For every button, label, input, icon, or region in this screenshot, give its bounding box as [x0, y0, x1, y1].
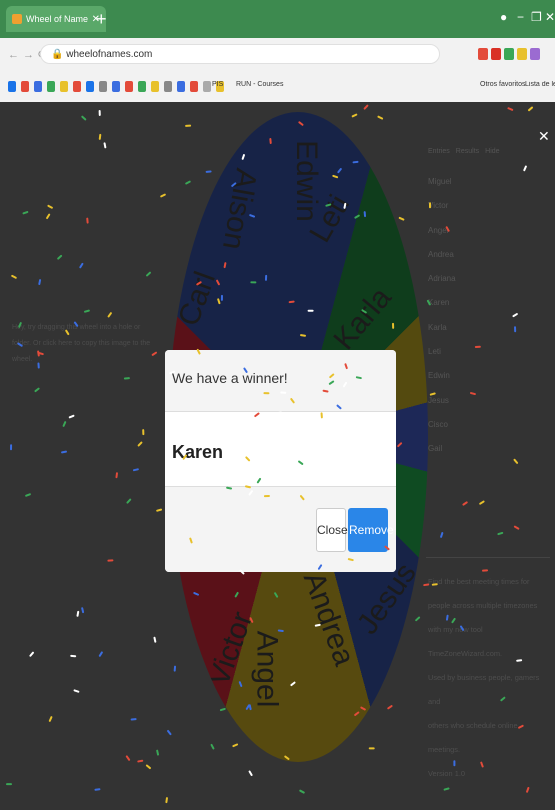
sidebar-tabs: Entries Results Hide: [428, 148, 500, 155]
bookmark-icon[interactable]: [112, 81, 120, 92]
wheel-label: Alison: [216, 165, 263, 253]
bookmark-icon[interactable]: [34, 81, 42, 92]
bookmark-icon[interactable]: [8, 81, 16, 92]
minimize-button[interactable]: −: [517, 10, 524, 24]
winner-name: Karen: [165, 412, 396, 487]
bookmark-icons[interactable]: [8, 81, 224, 92]
extension-icon[interactable]: [478, 48, 488, 60]
bookmark-icon[interactable]: [164, 81, 172, 92]
divider: [426, 557, 550, 558]
tab-hide[interactable]: Hide: [485, 148, 499, 155]
url-text: wheelofnames.com: [66, 49, 153, 60]
browser-tab[interactable]: Wheel of Names | Random ✕: [6, 6, 106, 32]
promo-line: Used by business people, gamers and: [428, 673, 540, 706]
bookmark-run-courses[interactable]: RUN - Courses: [236, 81, 283, 88]
promo-line: others who schedule online meetings.: [428, 721, 518, 754]
promo-line: with my new tool TimeZoneWizard.com.: [428, 625, 503, 658]
close-window-button[interactable]: ✕: [545, 10, 555, 24]
extension-icon[interactable]: [530, 48, 540, 60]
tab-results[interactable]: Results: [456, 148, 479, 155]
maximize-button[interactable]: ❐: [531, 10, 542, 24]
tab-title: Wheel of Names | Random: [26, 14, 88, 24]
list-item: Victor: [428, 201, 449, 211]
list-item: Karla: [428, 322, 447, 332]
tab-entries[interactable]: Entries: [428, 148, 450, 155]
winner-dialog: We have a winner! Karen Close Remove: [165, 350, 396, 572]
bookmark-icon[interactable]: [21, 81, 29, 92]
version-text: Version 1.0: [428, 769, 465, 778]
entries-list[interactable]: Miguel Victor Angel Andrea Adriana Karen…: [428, 170, 456, 462]
profile-icon[interactable]: ●: [500, 10, 507, 24]
close-icon[interactable]: ✕: [538, 128, 550, 145]
list-item: Angel: [428, 225, 449, 235]
dialog-title: We have a winner!: [165, 350, 396, 412]
close-button[interactable]: Close: [316, 508, 348, 552]
extension-icon[interactable]: [517, 48, 527, 60]
bookmark-icon[interactable]: [125, 81, 133, 92]
wheel-label: Angel: [250, 630, 284, 708]
bookmark-icon[interactable]: [47, 81, 55, 92]
lock-icon: 🔒: [51, 49, 67, 60]
wheel-hint-text: Hey, try dragging this wheel into a hole…: [12, 324, 151, 363]
list-item: Adriana: [428, 274, 456, 284]
extension-icons[interactable]: [478, 48, 540, 60]
bookmark-icon[interactable]: [203, 81, 211, 92]
promo-line: people across multiple timezones: [428, 601, 538, 610]
bookmark-icon[interactable]: [151, 81, 159, 92]
browser-tab-bar: Wheel of Names | Random ✕ + ● − ❐ ✕: [0, 0, 555, 38]
list-item: Andrea: [428, 249, 454, 259]
promo-line: Find the best meeting times for: [428, 577, 530, 586]
url-input[interactable]: 🔒 wheelofnames.com: [40, 44, 440, 64]
list-item: Miguel: [428, 177, 452, 186]
bookmark-icon[interactable]: [138, 81, 146, 92]
list-item: Karen: [428, 298, 450, 308]
list-item: Edwin: [428, 371, 450, 381]
bookmark-icon[interactable]: [177, 81, 185, 92]
bookmarks-bar: PIS RUN - Courses Otros favoritos Lista …: [0, 72, 555, 103]
wheel-label: Karla: [327, 281, 398, 357]
bookmark-reading-list[interactable]: Lista de lectura: [525, 81, 555, 88]
bookmark-icon[interactable]: [190, 81, 198, 92]
extension-icon[interactable]: [504, 48, 514, 60]
list-item: Gail: [428, 444, 443, 454]
bookmark-pis[interactable]: PIS: [212, 81, 223, 88]
favicon-icon: [12, 14, 22, 24]
extension-icon[interactable]: [491, 48, 501, 60]
bookmark-icon[interactable]: [60, 81, 68, 92]
list-item: Jesus: [428, 395, 449, 405]
entries-sidebar: ✕ Entries Results Hide Miguel Victor Ang…: [418, 102, 555, 810]
dialog-footer: Close Remove: [165, 487, 396, 572]
list-item: Cisco: [428, 419, 449, 429]
new-tab-button[interactable]: +: [96, 6, 107, 32]
bookmark-icon[interactable]: [73, 81, 81, 92]
remove-button[interactable]: Remove: [348, 508, 394, 552]
list-item: Leti: [428, 347, 441, 357]
bookmark-icon[interactable]: [99, 81, 107, 92]
bookmark-icon[interactable]: [86, 81, 94, 92]
promo-text: Find the best meeting times for people a…: [428, 570, 548, 786]
address-bar-row: ←→⟳ 🔒 wheelofnames.com: [0, 38, 555, 72]
bookmark-other[interactable]: Otros favoritos: [480, 81, 526, 88]
